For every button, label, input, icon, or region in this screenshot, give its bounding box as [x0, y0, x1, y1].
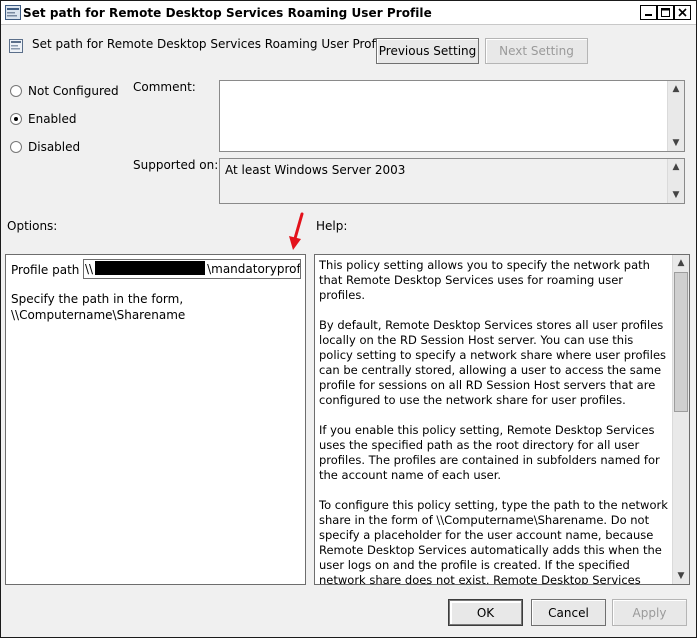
- help-scrollbar[interactable]: ▲ ▼: [672, 255, 689, 584]
- profile-path-suffix: \mandatoryprofile: [207, 262, 301, 276]
- scroll-down-icon[interactable]: ▼: [668, 187, 684, 203]
- previous-setting-button[interactable]: Previous Setting: [376, 38, 479, 64]
- title-bar[interactable]: Set path for Remote Desktop Services Roa…: [1, 1, 696, 25]
- radio-circle-selected: [10, 113, 22, 125]
- minimize-button[interactable]: [640, 5, 657, 20]
- comment-field[interactable]: ▲ ▼: [219, 80, 685, 152]
- comment-label: Comment:: [133, 80, 196, 94]
- profile-path-prefix: \\: [85, 262, 94, 276]
- help-paragraph: To configure this policy setting, type t…: [319, 498, 668, 585]
- help-paragraph: If you enable this policy setting, Remot…: [319, 423, 660, 482]
- options-label: Options:: [7, 219, 58, 233]
- radio-enabled[interactable]: Enabled: [10, 112, 77, 126]
- window-title: Set path for Remote Desktop Services Roa…: [23, 6, 432, 20]
- maximize-button[interactable]: [657, 5, 674, 20]
- profile-path-label: Profile path: [11, 263, 80, 277]
- radio-disabled[interactable]: Disabled: [10, 140, 80, 154]
- next-setting-button[interactable]: Next Setting: [485, 38, 588, 64]
- help-paragraph: This policy setting allows you to specif…: [319, 258, 650, 302]
- path-hint-line1: Specify the path in the form,: [11, 292, 184, 306]
- scroll-down-icon[interactable]: ▼: [668, 135, 684, 151]
- radio-label: Disabled: [28, 140, 81, 154]
- redaction-bar: [95, 261, 206, 275]
- scroll-up-icon[interactable]: ▲: [673, 255, 689, 271]
- minimize-icon: [645, 14, 652, 16]
- profile-path-input[interactable]: \\ \mandatoryprofile: [83, 259, 301, 279]
- comment-scrollbar[interactable]: ▲ ▼: [667, 81, 684, 151]
- cancel-button[interactable]: Cancel: [531, 599, 606, 626]
- close-icon: [678, 8, 687, 17]
- radio-not-configured[interactable]: Not Configured: [10, 84, 119, 98]
- supported-on-value: At least Windows Server 2003: [225, 163, 406, 177]
- supported-on-label: Supported on:: [133, 158, 219, 172]
- radio-circle: [10, 85, 22, 97]
- help-label: Help:: [316, 219, 348, 233]
- ok-button[interactable]: OK: [448, 599, 523, 626]
- scroll-up-icon[interactable]: ▲: [668, 159, 684, 175]
- scroll-up-icon[interactable]: ▲: [668, 81, 684, 97]
- help-paragraph: By default, Remote Desktop Services stor…: [319, 318, 667, 407]
- scroll-thumb[interactable]: [674, 272, 688, 412]
- policy-app-icon: [5, 5, 21, 20]
- scroll-down-icon[interactable]: ▼: [673, 568, 689, 584]
- help-panel: This policy setting allows you to specif…: [314, 254, 690, 585]
- radio-label: Not Configured: [28, 84, 119, 98]
- radio-label: Enabled: [28, 112, 77, 126]
- policy-dialog: Set path for Remote Desktop Services Roa…: [0, 0, 697, 638]
- maximize-icon: [661, 8, 670, 17]
- setting-title: Set path for Remote Desktop Services Roa…: [32, 37, 390, 51]
- close-button[interactable]: [674, 5, 691, 20]
- supported-on-field: At least Windows Server 2003 ▲ ▼: [219, 158, 685, 204]
- help-text: This policy setting allows you to specif…: [319, 258, 669, 585]
- options-panel: Profile path \\ \mandatoryprofile Specify…: [5, 254, 306, 585]
- path-hint-line2: \\Computername\Sharename: [11, 308, 186, 322]
- apply-button[interactable]: Apply: [612, 599, 687, 626]
- radio-circle: [10, 141, 22, 153]
- annotation-arrow-icon: [289, 212, 304, 250]
- supported-scrollbar[interactable]: ▲ ▼: [667, 159, 684, 203]
- policy-setting-icon: [9, 39, 23, 53]
